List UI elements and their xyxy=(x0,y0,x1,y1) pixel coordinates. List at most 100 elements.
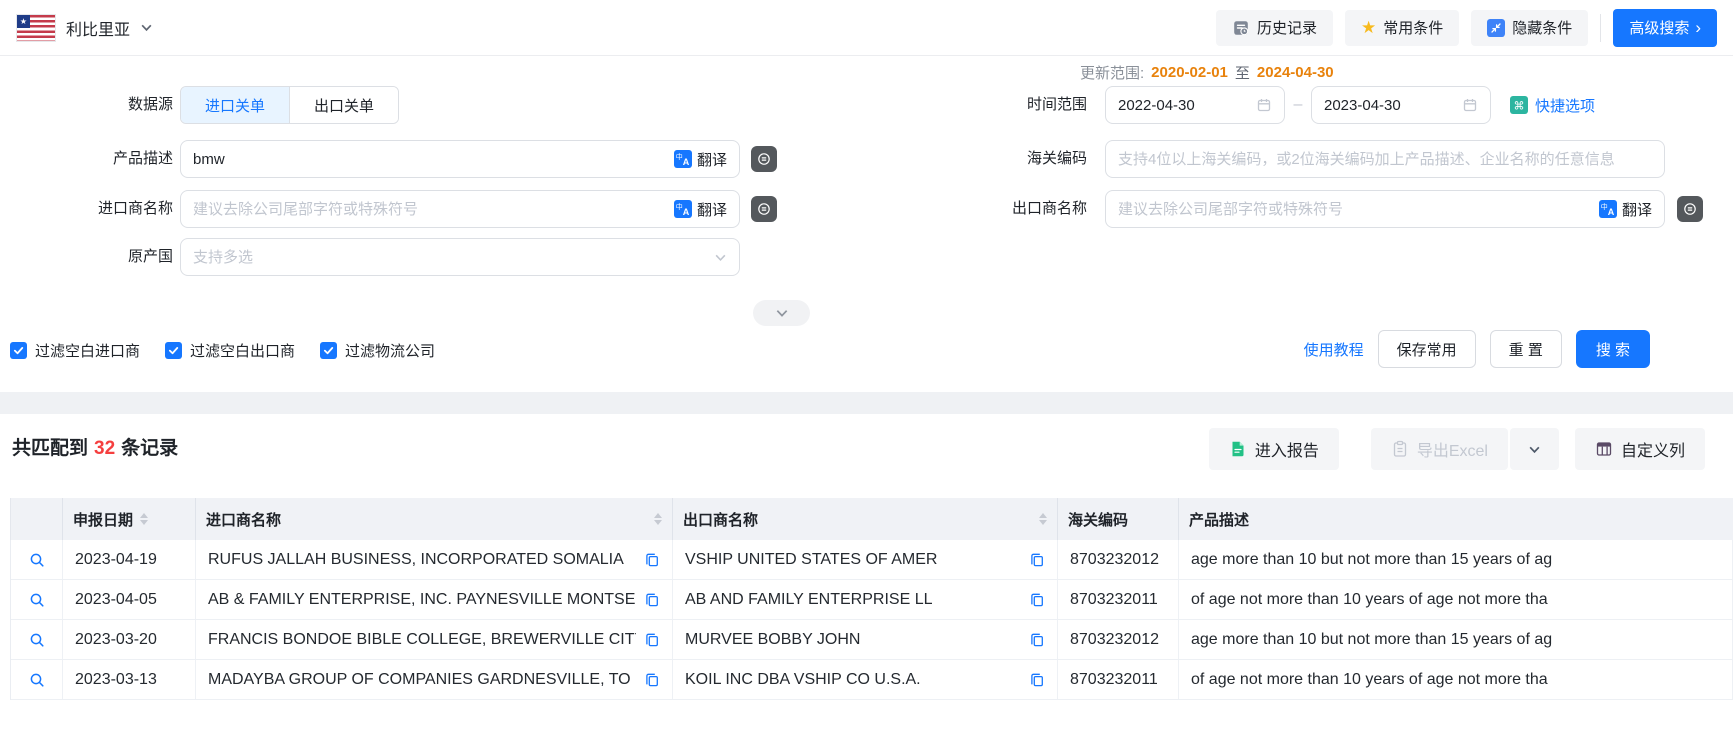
date-to-field[interactable] xyxy=(1311,86,1491,124)
copy-button[interactable] xyxy=(644,552,660,568)
exact-match-toggle[interactable] xyxy=(751,196,777,222)
view-detail-button[interactable] xyxy=(28,671,46,689)
checkbox-checked-icon xyxy=(10,342,27,359)
view-detail-button[interactable] xyxy=(28,631,46,649)
form-row-origin: 原产国 xyxy=(0,238,1733,276)
export-excel-button[interactable]: 导出Excel xyxy=(1371,428,1508,470)
origin-input[interactable] xyxy=(193,249,714,266)
calendar-icon[interactable] xyxy=(1256,97,1272,113)
copy-button[interactable] xyxy=(1029,672,1045,688)
copy-button[interactable] xyxy=(644,672,660,688)
advanced-search-button[interactable]: 高级搜索 › xyxy=(1613,9,1717,47)
date-to-input[interactable] xyxy=(1324,97,1462,114)
custom-columns-button[interactable]: 自定义列 xyxy=(1575,428,1705,470)
translate-button[interactable]: 中A 翻译 xyxy=(674,199,727,220)
report-icon xyxy=(1229,440,1247,458)
importer-field[interactable]: 中A 翻译 xyxy=(180,190,740,228)
tab-export[interactable]: 出口关单 xyxy=(289,87,398,123)
filter-blank-exporter-checkbox[interactable]: 过滤空白出口商 xyxy=(165,340,295,361)
translate-button[interactable]: 中A 翻译 xyxy=(1599,199,1652,220)
header-importer[interactable]: 进口商名称 xyxy=(196,498,673,540)
table-header: 申报日期 进口商名称 出口商名称 海关编码 产品描述 xyxy=(10,498,1733,540)
form-row-product: 产品描述 中A 翻译 海关编码 xyxy=(0,140,1733,178)
importer-input[interactable] xyxy=(193,201,666,218)
translate-label: 翻译 xyxy=(697,199,727,220)
exporter-input[interactable] xyxy=(1118,201,1591,218)
product-input[interactable] xyxy=(193,151,666,168)
exact-match-toggle[interactable] xyxy=(1677,196,1703,222)
copy-button[interactable] xyxy=(1029,632,1045,648)
exact-match-toggle[interactable] xyxy=(751,146,777,172)
declare-date-cell: 2023-04-19 xyxy=(63,540,196,579)
copy-button[interactable] xyxy=(1029,552,1045,568)
calendar-icon[interactable] xyxy=(1462,97,1478,113)
sort-icon[interactable] xyxy=(654,513,662,525)
hs-code-input[interactable] xyxy=(1118,151,1652,168)
country-selector[interactable]: ★ 利比里亚 xyxy=(16,14,153,42)
svg-text:A: A xyxy=(683,157,690,167)
translate-button[interactable]: 中A 翻译 xyxy=(674,149,727,170)
view-detail-button[interactable] xyxy=(28,551,46,569)
results-summary: 共匹配到32条记录 xyxy=(12,426,178,472)
exporter-cell: KOIL INC DBA VSHIP CO U.S.A. xyxy=(673,660,1058,699)
date-from-input[interactable] xyxy=(1118,97,1256,114)
search-button[interactable]: 搜 索 xyxy=(1576,330,1650,368)
enter-report-button[interactable]: 进入报告 xyxy=(1209,428,1339,470)
importer-cell: AB & FAMILY ENTERPRISE, INC. PAYNESVILLE… xyxy=(196,580,673,619)
chevron-down-icon[interactable] xyxy=(714,251,727,264)
export-dropdown-button[interactable] xyxy=(1510,428,1559,470)
sort-icon[interactable] xyxy=(1039,513,1047,525)
favorites-button[interactable]: ★ 常用条件 xyxy=(1345,10,1459,46)
exporter-cell: VSHIP UNITED STATES OF AMER xyxy=(673,540,1058,579)
collapse-form-button[interactable] xyxy=(753,300,810,326)
equals-circle-icon xyxy=(756,151,772,167)
exporter-field[interactable]: 中A 翻译 xyxy=(1105,190,1665,228)
copy-button[interactable] xyxy=(1029,592,1045,608)
history-label: 历史记录 xyxy=(1257,17,1317,38)
tutorial-link[interactable]: 使用教程 xyxy=(1304,339,1364,360)
description-cell: age more than 10 but not more than 15 ye… xyxy=(1179,620,1733,659)
header-declare-date[interactable]: 申报日期 xyxy=(63,498,196,540)
copy-button[interactable] xyxy=(644,632,660,648)
header-detail-column xyxy=(11,498,63,540)
topbar: ★ 利比里亚 历史记录 ★ 常用条件 隐藏条件 高级搜索 › xyxy=(0,0,1733,56)
time-range-label: 时间范围 xyxy=(914,86,1087,124)
translate-label: 翻译 xyxy=(697,149,727,170)
hide-conditions-label: 隐藏条件 xyxy=(1512,17,1572,38)
datasource-label: 数据源 xyxy=(0,86,173,124)
importer-label: 进口商名称 xyxy=(0,190,173,228)
declare-date-cell: 2023-04-05 xyxy=(63,580,196,619)
flag-star: ★ xyxy=(17,15,30,28)
table-row: 2023-03-20 FRANCIS BONDOE BIBLE COLLEGE,… xyxy=(11,620,1733,660)
header-exporter[interactable]: 出口商名称 xyxy=(673,498,1058,540)
quick-options-link[interactable]: ⌘ 快捷选项 xyxy=(1510,86,1595,124)
table-body: 2023-04-19 RUFUS JALLAH BUSINESS, INCORP… xyxy=(10,540,1733,700)
copy-button[interactable] xyxy=(644,592,660,608)
origin-select[interactable] xyxy=(180,238,740,276)
exporter-name: VSHIP UNITED STATES OF AMER xyxy=(685,551,937,569)
hide-conditions-button[interactable]: 隐藏条件 xyxy=(1471,10,1588,46)
form-row-datasource: 数据源 进口关单 出口关单 时间范围 – ⌘ 快捷选项 xyxy=(0,86,1733,124)
history-button[interactable]: 历史记录 xyxy=(1216,10,1333,46)
hs-code-label: 海关编码 xyxy=(914,140,1087,178)
trade-search-app: ★ 利比里亚 历史记录 ★ 常用条件 隐藏条件 高级搜索 › xyxy=(0,0,1733,738)
date-from-field[interactable] xyxy=(1105,86,1285,124)
filter-logistics-checkbox[interactable]: 过滤物流公司 xyxy=(320,340,435,361)
svg-text:⌘: ⌘ xyxy=(1514,101,1525,113)
hs-code-field[interactable] xyxy=(1105,140,1665,178)
view-detail-button[interactable] xyxy=(28,591,46,609)
svg-text:中: 中 xyxy=(1601,202,1608,211)
exporter-cell: MURVEE BOBBY JOHN xyxy=(673,620,1058,659)
product-field[interactable]: 中A 翻译 xyxy=(180,140,740,178)
column-label: 申报日期 xyxy=(73,509,133,530)
hs-code-cell: 8703232011 xyxy=(1058,580,1179,619)
column-label: 海关编码 xyxy=(1068,509,1128,530)
product-label: 产品描述 xyxy=(0,140,173,178)
topbar-divider xyxy=(1600,14,1601,42)
svg-text:A: A xyxy=(683,207,690,217)
save-favorite-button[interactable]: 保存常用 xyxy=(1378,330,1476,368)
sort-icon[interactable] xyxy=(140,513,148,525)
reset-button[interactable]: 重 置 xyxy=(1490,330,1562,368)
tab-import[interactable]: 进口关单 xyxy=(181,87,289,123)
filter-blank-importer-checkbox[interactable]: 过滤空白进口商 xyxy=(10,340,140,361)
